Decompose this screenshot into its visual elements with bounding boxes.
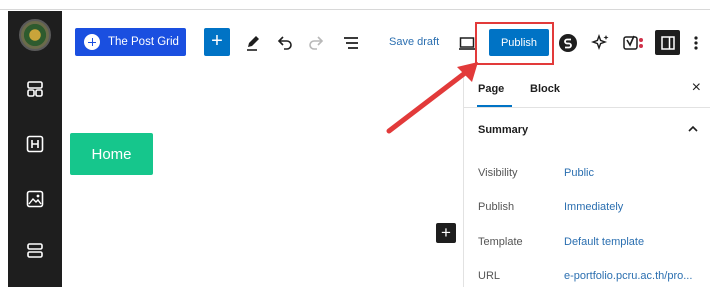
ai-sparkle-icon[interactable] bbox=[591, 33, 611, 53]
heading-block-icon[interactable] bbox=[24, 133, 46, 155]
post-grid-label: The Post Grid bbox=[108, 36, 179, 48]
close-icon[interactable]: × bbox=[692, 80, 701, 96]
url-value[interactable]: e-portfolio.pcru.ac.th/pro... bbox=[564, 270, 692, 282]
add-block-button[interactable]: + bbox=[204, 28, 230, 56]
list-view-icon[interactable] bbox=[341, 33, 361, 53]
image-block-icon[interactable] bbox=[24, 188, 46, 210]
url-label: URL bbox=[478, 270, 501, 282]
yoast-icon[interactable] bbox=[623, 33, 645, 53]
summary-title[interactable]: Summary bbox=[478, 124, 528, 136]
site-logo[interactable] bbox=[19, 19, 51, 51]
visibility-label: Visibility bbox=[478, 167, 518, 179]
home-button-block[interactable]: Home bbox=[70, 133, 153, 175]
post-grid-icon bbox=[84, 34, 100, 50]
chevron-up-icon[interactable] bbox=[687, 123, 699, 135]
undo-icon[interactable] bbox=[275, 33, 295, 53]
tab-block[interactable]: Block bbox=[530, 71, 560, 107]
tab-page[interactable]: Page bbox=[476, 71, 513, 107]
panel-divider bbox=[464, 107, 710, 108]
settings-panel-icon[interactable] bbox=[655, 30, 680, 55]
post-grid-button[interactable]: The Post Grid bbox=[75, 28, 186, 56]
settings-sidebar: Page Block × Summary Visibility Public P… bbox=[463, 71, 710, 287]
publish-date-value[interactable]: Immediately bbox=[564, 201, 623, 213]
jetpack-s-icon[interactable] bbox=[558, 33, 578, 53]
template-parts-icon[interactable] bbox=[24, 240, 46, 262]
publish-button[interactable]: Publish bbox=[489, 29, 549, 56]
editor-canvas[interactable]: Home + bbox=[62, 71, 462, 287]
publish-label: Publish bbox=[478, 201, 515, 213]
editor-toolbar: The Post Grid + Save draft Publish bbox=[62, 11, 710, 71]
preview-device-icon[interactable] bbox=[457, 33, 477, 53]
more-options-icon[interactable] bbox=[689, 33, 703, 53]
template-value[interactable]: Default template bbox=[564, 236, 644, 248]
redo-icon[interactable] bbox=[306, 33, 326, 53]
template-label: Template bbox=[478, 236, 523, 248]
patterns-icon[interactable] bbox=[24, 78, 46, 100]
save-draft-button[interactable]: Save draft bbox=[389, 36, 439, 48]
left-sidebar bbox=[8, 11, 62, 287]
visibility-value[interactable]: Public bbox=[564, 167, 594, 179]
block-inserter-button[interactable]: + bbox=[436, 223, 456, 243]
pencil-icon[interactable] bbox=[243, 33, 263, 53]
